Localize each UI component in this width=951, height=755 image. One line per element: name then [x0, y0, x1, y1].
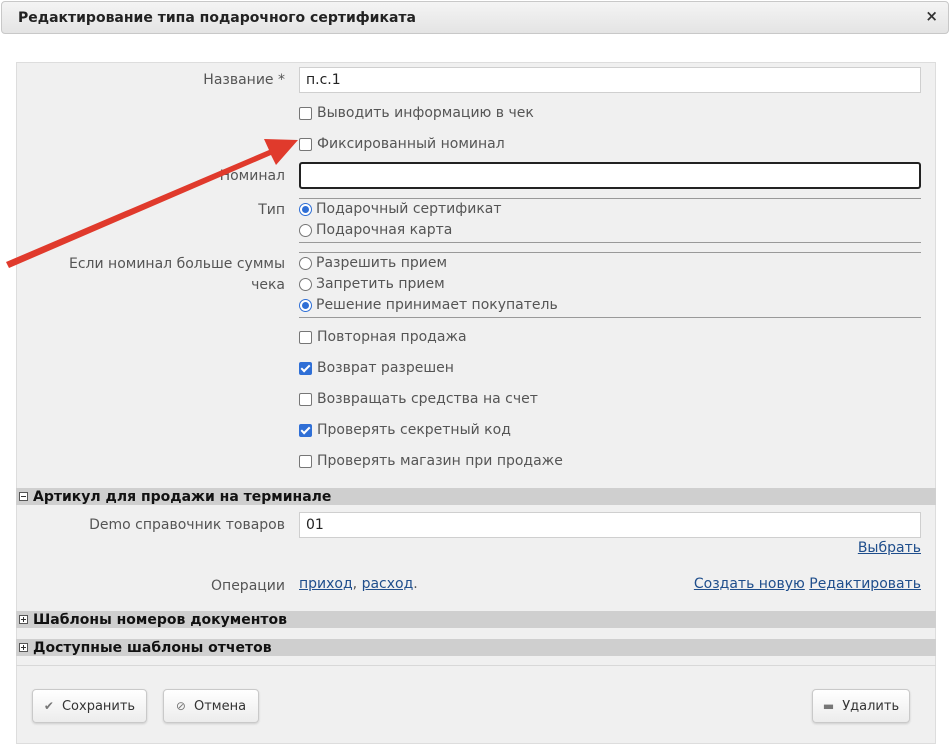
expand-icon[interactable] [19, 615, 28, 624]
fixed-nominal-box[interactable] [299, 137, 312, 151]
operation-link-expense[interactable]: расход [362, 576, 414, 592]
choose-link[interactable]: Выбрать [858, 540, 921, 556]
print-info-box[interactable] [299, 106, 312, 120]
operation-link-income[interactable]: приход [299, 576, 353, 592]
close-icon[interactable]: × [925, 9, 938, 24]
delete-label: Удалить [842, 698, 900, 714]
resale-box[interactable] [299, 330, 312, 344]
refund-to-account-label: Возвращать средства на счет [317, 391, 538, 407]
expand-icon[interactable] [19, 643, 28, 652]
operations-label: Операции [211, 578, 285, 594]
cancel-button[interactable]: ⊘ Отмена [163, 689, 259, 723]
radio-allow[interactable] [299, 256, 312, 270]
check-store-box[interactable] [299, 454, 312, 468]
doc-number-templates-section[interactable]: Шаблоны номеров документов [16, 611, 936, 628]
collapse-icon[interactable] [19, 492, 28, 501]
radio-certificate[interactable] [299, 202, 312, 216]
print-info-checkbox[interactable]: Выводить информацию в чек [299, 105, 534, 121]
check-icon: ✔ [43, 699, 54, 713]
overflow-label: Если номинал больше суммы чека [69, 256, 285, 293]
resale-label: Повторная продажа [317, 329, 467, 345]
overflow-option-deny[interactable]: Запретить прием [299, 276, 445, 292]
type-label: Тип [258, 202, 285, 218]
refund-to-account-box[interactable] [299, 392, 312, 406]
return-allowed-box[interactable] [299, 361, 312, 375]
return-allowed-label: Возврат разрешен [317, 360, 454, 376]
edit-link[interactable]: Редактировать [809, 576, 921, 592]
catalog-label: Demo справочник товаров [89, 517, 285, 533]
overflow-option-allow[interactable]: Разрешить прием [299, 255, 447, 271]
overflow-option-label: Запретить прием [316, 276, 445, 292]
resale-checkbox[interactable]: Повторная продажа [299, 329, 467, 345]
divider [16, 665, 936, 666]
catalog-input[interactable]: 01 [299, 512, 921, 538]
check-store-label: Проверять магазин при продаже [317, 453, 563, 469]
section-title: Доступные шаблоны отчетов [33, 639, 272, 656]
create-new-link[interactable]: Создать новую [694, 576, 805, 592]
type-option-certificate[interactable]: Подарочный сертификат [299, 201, 502, 217]
section-title: Шаблоны номеров документов [33, 611, 287, 628]
operations-end: . [413, 576, 418, 592]
save-label: Сохранить [61, 698, 136, 714]
fixed-nominal-label: Фиксированный номинал [317, 136, 505, 152]
operation-actions: Создать новую Редактировать [694, 576, 921, 592]
report-templates-section[interactable]: Доступные шаблоны отчетов [16, 639, 936, 656]
refund-to-account-checkbox[interactable]: Возвращать средства на счет [299, 391, 538, 407]
type-option-label: Подарочная карта [316, 222, 453, 238]
terminal-section-header[interactable]: Артикул для продажи на терминале [16, 488, 936, 505]
nominal-input[interactable] [299, 162, 921, 189]
cancel-circle-icon: ⊘ [175, 699, 186, 713]
radio-buyer[interactable] [299, 298, 312, 312]
cancel-label: Отмена [193, 698, 247, 714]
overflow-option-label: Решение принимает покупатель [316, 297, 558, 313]
name-label: Название * [203, 72, 285, 88]
radio-card[interactable] [299, 223, 312, 237]
delete-button[interactable]: ▬ Удалить [812, 689, 910, 723]
nominal-label: Номинал [219, 168, 285, 184]
dialog-title: Редактирование типа подарочного сертифик… [18, 10, 416, 26]
type-option-label: Подарочный сертификат [316, 201, 502, 217]
operations-list: приход, расход. [299, 576, 418, 592]
check-store-checkbox[interactable]: Проверять магазин при продаже [299, 453, 563, 469]
divider [299, 198, 921, 199]
check-secret-code-label: Проверять секретный код [317, 422, 511, 438]
fixed-nominal-checkbox[interactable]: Фиксированный номинал [299, 136, 505, 152]
type-option-card[interactable]: Подарочная карта [299, 222, 452, 238]
minus-icon: ▬ [822, 699, 835, 713]
check-secret-code-box[interactable] [299, 423, 312, 437]
print-info-label: Выводить информацию в чек [317, 105, 534, 121]
overflow-option-buyer[interactable]: Решение принимает покупатель [299, 297, 558, 313]
divider [299, 242, 921, 243]
radio-deny[interactable] [299, 277, 312, 291]
name-input[interactable]: п.с.1 [299, 67, 921, 93]
dialog-titlebar: Редактирование типа подарочного сертифик… [1, 1, 949, 34]
check-secret-code-checkbox[interactable]: Проверять секретный код [299, 422, 511, 438]
divider [299, 317, 921, 318]
return-allowed-checkbox[interactable]: Возврат разрешен [299, 360, 454, 376]
divider [299, 252, 921, 253]
terminal-section-title: Артикул для продажи на терминале [33, 488, 332, 505]
overflow-option-label: Разрешить прием [316, 255, 448, 271]
save-button[interactable]: ✔ Сохранить [32, 689, 147, 723]
